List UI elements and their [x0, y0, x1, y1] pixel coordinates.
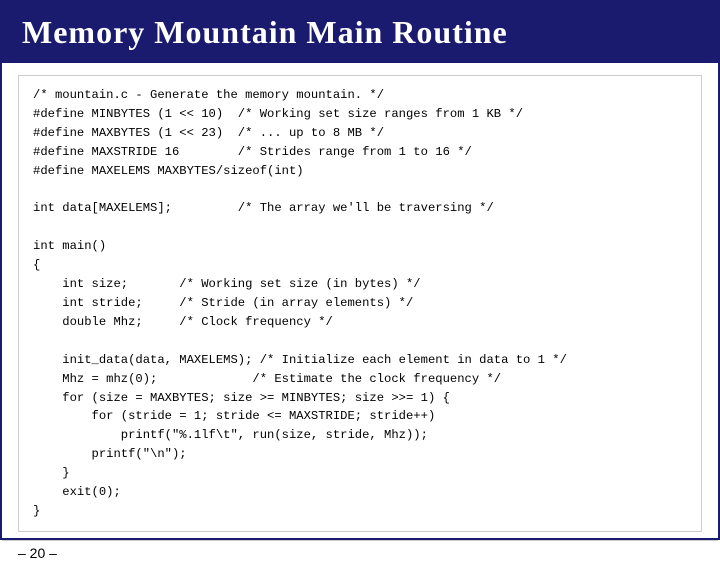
slide-content: /* mountain.c - Generate the memory moun… [2, 63, 718, 540]
slide-footer: – 20 – [2, 540, 718, 567]
slide-container: Memory Mountain Main Routine /* mountain… [0, 0, 720, 540]
code-block: /* mountain.c - Generate the memory moun… [18, 75, 702, 532]
slide-title: Memory Mountain Main Routine [2, 2, 718, 63]
